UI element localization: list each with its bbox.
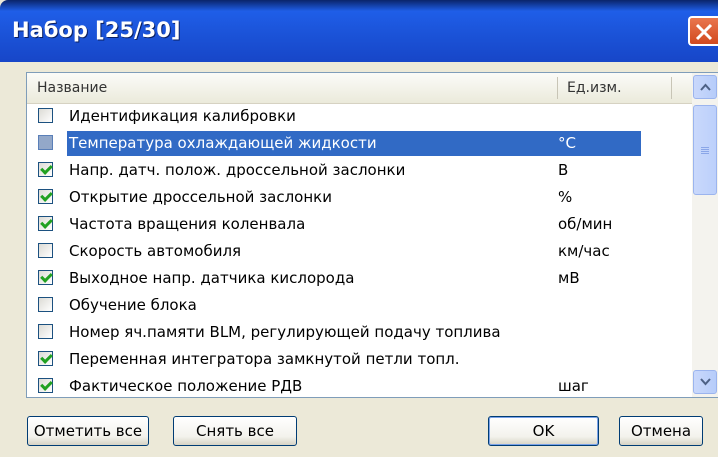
row-unit: % <box>558 188 573 206</box>
check-all-button[interactable]: Отметить все <box>27 416 149 446</box>
row-name: Напр. датч. полож. дроссельной заслонки <box>69 161 406 179</box>
chevron-up-icon <box>700 83 711 91</box>
list-item[interactable]: Фактическое положение РДВ шаг <box>27 373 692 397</box>
ok-button[interactable]: OK <box>488 416 599 446</box>
row-checkbox[interactable] <box>38 243 53 258</box>
row-name: Частота вращения коленвала <box>69 215 306 233</box>
list-item[interactable]: Переменная интегратора замкнутой петли т… <box>27 346 692 373</box>
list-item[interactable]: Выходное напр. датчика кислорода мВ <box>27 265 692 292</box>
window-title: Набор [25/30] <box>12 18 181 42</box>
close-button[interactable] <box>688 16 718 46</box>
column-separator[interactable] <box>671 77 672 99</box>
row-unit: В <box>558 161 569 179</box>
row-checkbox[interactable] <box>38 351 53 366</box>
column-separator[interactable] <box>557 77 558 99</box>
row-name: Номер яч.памяти BLM, регулирующей подачу… <box>69 323 501 341</box>
column-header-unit[interactable]: Ед.изм. <box>567 80 622 96</box>
row-name: Открытие дроссельной заслонки <box>69 188 332 206</box>
row-checkbox[interactable] <box>38 108 53 123</box>
list-item[interactable]: Обучение блока <box>27 292 692 319</box>
row-name: Переменная интегратора замкнутой петли т… <box>69 350 460 368</box>
row-checkbox[interactable] <box>38 189 53 204</box>
list-item[interactable]: Идентификация калибровки <box>27 103 692 130</box>
row-unit: км/час <box>558 242 610 260</box>
row-unit: об/мин <box>558 215 613 233</box>
row-checkbox[interactable] <box>38 162 53 177</box>
list-item[interactable]: Напр. датч. полож. дроссельной заслонки … <box>27 157 692 184</box>
list-item[interactable]: Номер яч.памяти BLM, регулирующей подачу… <box>27 319 692 346</box>
row-name: Обучение блока <box>69 296 197 314</box>
scroll-down-button[interactable] <box>693 370 717 394</box>
list-item[interactable]: Открытие дроссельной заслонки % <box>27 184 692 211</box>
row-name: Скорость автомобиля <box>69 242 242 260</box>
row-checkbox[interactable] <box>38 135 53 150</box>
row-checkbox[interactable] <box>38 216 53 231</box>
scroll-up-button[interactable] <box>693 75 717 99</box>
row-checkbox[interactable] <box>38 270 53 285</box>
list-item[interactable]: Скорость автомобиля км/час <box>27 238 692 265</box>
list-header: Название Ед.изм. <box>27 73 692 104</box>
close-icon <box>695 23 713 41</box>
cancel-button[interactable]: Отмена <box>619 416 703 446</box>
column-header-name[interactable]: Название <box>37 80 107 96</box>
row-unit: шаг <box>558 377 589 395</box>
row-checkbox[interactable] <box>38 378 53 393</box>
row-unit: мВ <box>558 269 580 287</box>
row-unit: °C <box>558 134 576 152</box>
row-checkbox[interactable] <box>38 297 53 312</box>
title-bar[interactable]: Набор [25/30] <box>0 0 718 62</box>
scroll-thumb[interactable] <box>693 105 717 195</box>
parameter-list[interactable]: Название Ед.изм. Идентификация калибровк… <box>26 72 718 398</box>
uncheck-all-button[interactable]: Снять все <box>173 416 297 446</box>
row-name: Выходное напр. датчика кислорода <box>69 269 355 287</box>
list-item[interactable]: Температура охлаждающей жидкости °C <box>27 130 692 157</box>
row-checkbox[interactable] <box>38 324 53 339</box>
chevron-down-icon <box>700 378 711 386</box>
row-name: Идентификация калибровки <box>69 107 296 125</box>
row-name: Фактическое положение РДВ <box>69 377 303 395</box>
list-item[interactable]: Частота вращения коленвала об/мин <box>27 211 692 238</box>
vertical-scrollbar[interactable] <box>692 73 718 397</box>
row-name: Температура охлаждающей жидкости <box>69 134 377 152</box>
